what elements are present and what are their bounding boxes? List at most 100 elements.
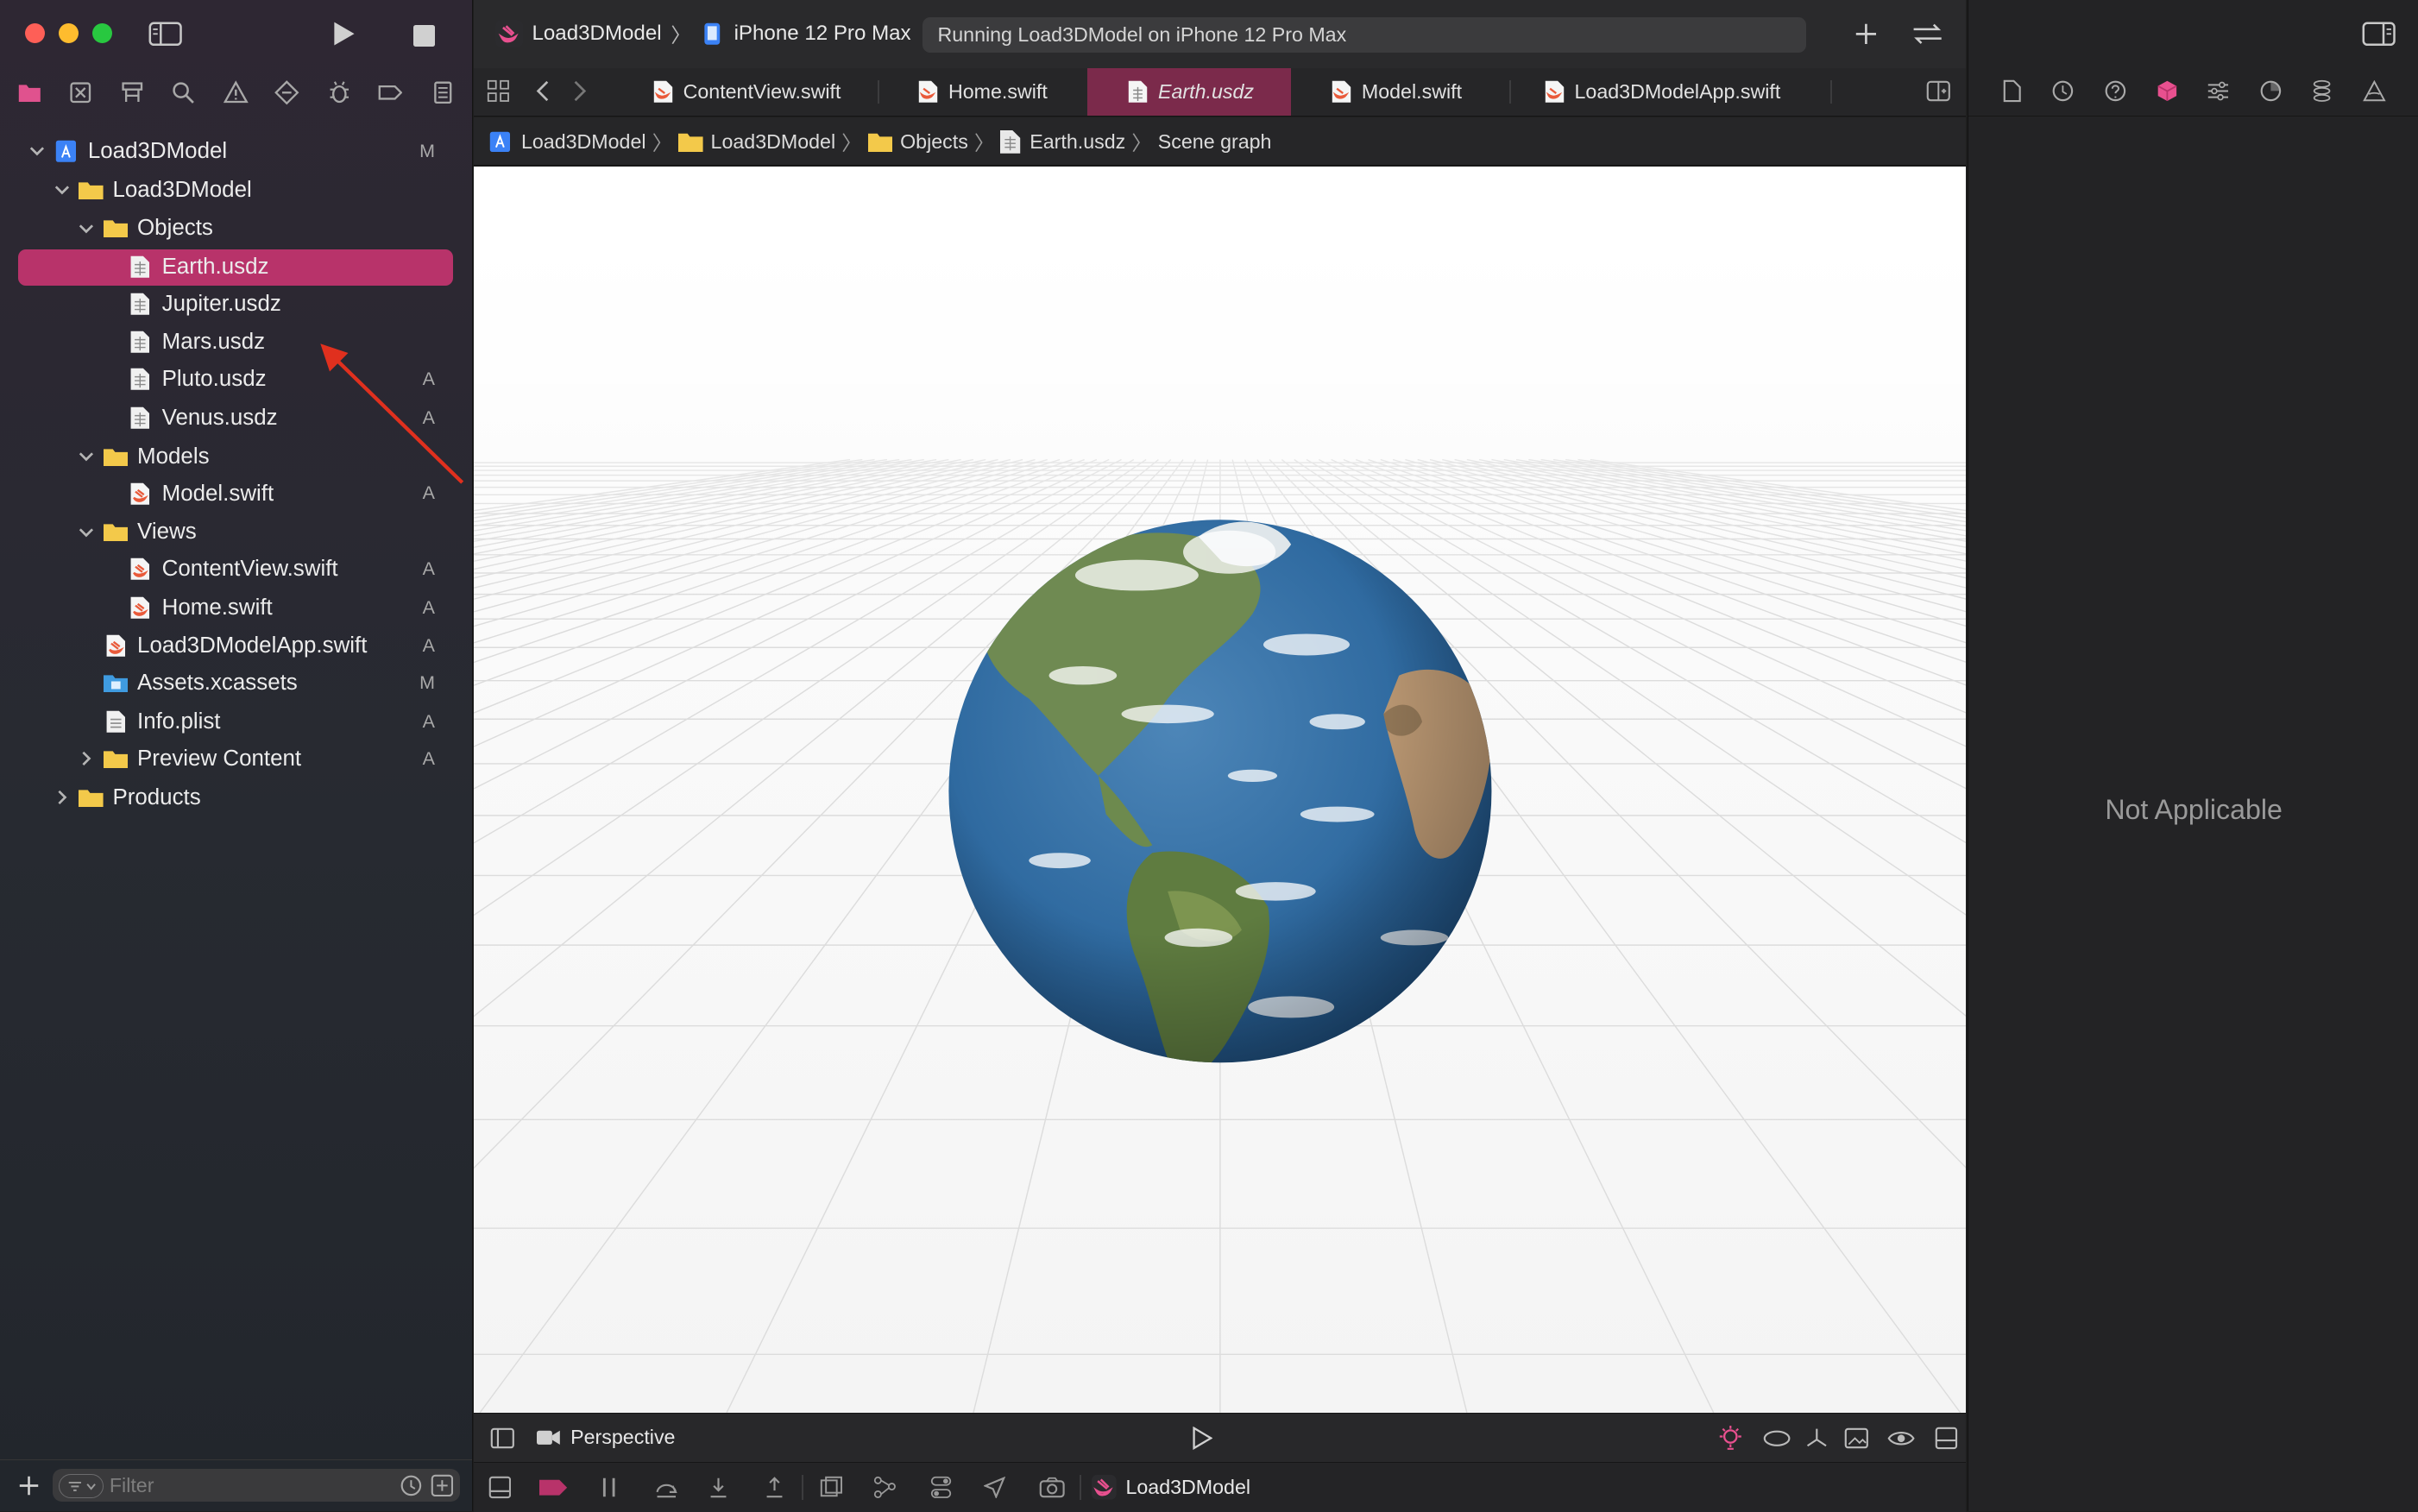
back-chevron-icon[interactable]: [529, 77, 557, 104]
tab-label: Home.swift: [948, 79, 1048, 103]
attributes-inspector-icon[interactable]: [2206, 79, 2231, 104]
folder-icon: [103, 520, 129, 545]
file-item[interactable]: Jupiter.usdz: [18, 287, 453, 322]
scm-status-badge: M: [419, 140, 435, 161]
pause-icon[interactable]: [597, 1475, 622, 1500]
source-control-filter-icon[interactable]: [431, 1474, 454, 1497]
effects-inspector-icon[interactable]: [2362, 79, 2387, 104]
scm-status-badge: A: [422, 596, 435, 618]
project-icon: [54, 139, 79, 164]
memory-graph-icon[interactable]: [872, 1475, 897, 1500]
disclosure-open-icon[interactable]: [29, 143, 45, 159]
breadcrumb-item[interactable]: Load3DModel: [711, 130, 836, 154]
item-label: Views: [137, 520, 197, 545]
tab-load3dmodelapp[interactable]: Load3DModelApp.swift: [1522, 68, 1830, 116]
orbit-icon[interactable]: [1763, 1424, 1791, 1452]
file-inspector-icon[interactable]: [1999, 79, 2024, 104]
step-over-icon[interactable]: [652, 1475, 680, 1500]
forward-chevron-icon[interactable]: [566, 77, 594, 104]
item-label: Models: [137, 444, 210, 469]
recent-files-icon[interactable]: [400, 1474, 423, 1497]
lighting-icon[interactable]: [1716, 1424, 1744, 1452]
breadcrumb-item[interactable]: Scene graph: [1158, 130, 1272, 154]
disclosure-open-icon[interactable]: [54, 182, 70, 198]
tab-home[interactable]: Home.swift: [902, 68, 1086, 116]
hide-debug-area-icon[interactable]: [488, 1475, 513, 1500]
panel-toggle-icon[interactable]: [1932, 1424, 1960, 1452]
environment-overrides-icon[interactable]: [929, 1475, 954, 1500]
file-item[interactable]: Info.plist A: [18, 705, 453, 740]
add-library-icon[interactable]: [1850, 18, 1881, 49]
inspector-toggle-icon[interactable]: [2360, 18, 2397, 49]
file-item[interactable]: Load3DModelApp.swift A: [18, 629, 453, 665]
video-camera-icon: [536, 1430, 560, 1445]
tab-earth-usdz[interactable]: Earth.usdz: [1086, 67, 1291, 117]
breadcrumb-item[interactable]: Earth.usdz: [1030, 130, 1125, 154]
folder-item[interactable]: Load3DModel: [18, 173, 453, 208]
code-review-icon[interactable]: [1911, 18, 1944, 49]
filter-bar: Filter: [0, 1458, 472, 1512]
debug-target[interactable]: Load3DModel: [1092, 1475, 1250, 1500]
folder-item[interactable]: Preview Content A: [18, 742, 453, 778]
sidebar-toggle-icon[interactable]: [490, 1426, 515, 1451]
tab-contentview[interactable]: ContentView.swift: [633, 68, 876, 116]
tab-model[interactable]: Model.swift: [1291, 68, 1507, 116]
play-animation-icon[interactable]: [1187, 1424, 1215, 1452]
file-item[interactable]: Home.swift A: [18, 590, 453, 626]
chevron-right-icon: 〉: [841, 132, 862, 155]
scm-status-badge: A: [422, 747, 435, 769]
item-label: Info.plist: [137, 709, 221, 734]
breadcrumb-item[interactable]: Objects: [900, 130, 968, 154]
item-label: Assets.xcassets: [137, 671, 298, 696]
axes-icon[interactable]: [1803, 1424, 1830, 1452]
disclosure-open-icon[interactable]: [79, 221, 94, 236]
folder-icon: [79, 785, 104, 810]
split-editor-icon[interactable]: [1924, 77, 1952, 104]
camera-selector[interactable]: Perspective: [536, 1426, 675, 1449]
disclosure-open-icon[interactable]: [79, 449, 94, 464]
filter-field[interactable]: Filter: [52, 1469, 460, 1502]
folder-item[interactable]: Views: [18, 515, 453, 551]
scheme-selector[interactable]: Load3DModel 〉 iPhone 12 Pro Max: [494, 17, 911, 51]
add-icon[interactable]: [16, 1472, 43, 1500]
folder-item[interactable]: Products: [18, 780, 453, 816]
chevron-right-icon: 〉: [652, 132, 672, 155]
scene-viewport[interactable]: [473, 166, 1967, 1413]
usdz-icon: [128, 330, 153, 355]
debug-bar: Load3DModel: [473, 1462, 1967, 1512]
breakpoints-toggle-icon[interactable]: [539, 1475, 568, 1500]
debug-target-label: Load3DModel: [1125, 1476, 1251, 1499]
project-item[interactable]: Load3DModel M: [18, 134, 453, 169]
item-label: Earth.usdz: [161, 254, 269, 279]
step-into-icon[interactable]: [706, 1475, 731, 1500]
step-out-icon[interactable]: [762, 1475, 787, 1500]
material-inspector-icon[interactable]: [2258, 79, 2283, 104]
breadcrumb-item[interactable]: Load3DModel: [521, 130, 646, 154]
tab-label: Earth.usdz: [1158, 79, 1254, 103]
history-inspector-icon[interactable]: [2050, 79, 2075, 104]
breadcrumb: Load3DModel 〉 Load3DModel 〉 Objects 〉 Ea…: [488, 128, 1271, 155]
filter-options-icon[interactable]: [58, 1473, 104, 1499]
physics-inspector-icon[interactable]: [2309, 79, 2334, 104]
item-label: ContentView.swift: [161, 557, 338, 582]
location-icon[interactable]: [982, 1475, 1007, 1500]
disclosure-open-icon[interactable]: [79, 525, 94, 540]
disclosure-closed-icon[interactable]: [79, 751, 94, 766]
file-item[interactable]: Earth.usdz: [18, 249, 454, 286]
grid-icon[interactable]: [484, 77, 512, 104]
item-label: Venus.usdz: [161, 405, 278, 430]
swift-file-icon: [1545, 80, 1564, 103]
scene-render: [473, 166, 1967, 1413]
file-item[interactable]: ContentView.swift A: [18, 552, 453, 588]
camera-icon[interactable]: [1038, 1475, 1066, 1500]
folder-item[interactable]: Objects: [18, 211, 453, 247]
disclosure-closed-icon[interactable]: [54, 790, 70, 805]
file-item[interactable]: Assets.xcassets M: [18, 666, 453, 702]
help-inspector-icon[interactable]: [2103, 79, 2128, 104]
tab-label: Load3DModelApp.swift: [1574, 79, 1781, 103]
frame-icon[interactable]: [1842, 1424, 1870, 1452]
swift-app-icon: [1092, 1475, 1117, 1500]
eye-icon[interactable]: [1886, 1424, 1917, 1452]
node-inspector-icon[interactable]: [2155, 79, 2180, 104]
view-hierarchy-icon[interactable]: [819, 1475, 844, 1500]
